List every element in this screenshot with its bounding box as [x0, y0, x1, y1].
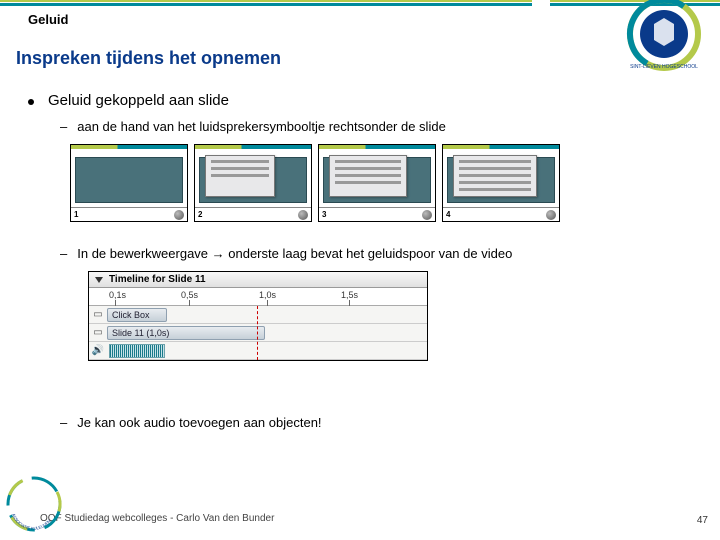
speaker-icon [174, 210, 184, 220]
section-tag: Geluid [28, 12, 68, 27]
content-area: Geluid gekoppeld aan slide – aan de hand… [28, 92, 692, 440]
thumb-number: 4 [446, 210, 450, 219]
bullet-level-1: Geluid gekoppeld aan slide [28, 92, 692, 109]
speaker-icon [298, 210, 308, 220]
bullet-level-2: – aan de hand van het luidsprekersymbool… [60, 119, 692, 134]
speaker-icon [422, 210, 432, 220]
timeline-clip: Slide 11 (1,0s) [107, 326, 265, 340]
association-logo: ASSOCIATIE KULEUVEN [4, 474, 64, 534]
timeline-clip: Click Box [107, 308, 167, 322]
bullet-2b-text: In de bewerkweergave → onderste laag bev… [77, 246, 512, 261]
slide-title: Inspreken tijdens het opnemen [16, 48, 281, 69]
speaker-icon [546, 210, 556, 220]
ruler-tick: 0,5s [181, 290, 198, 300]
timeline-row: ▭ Slide 11 (1,0s) [89, 324, 427, 342]
object-icon: ▭ [89, 309, 107, 320]
collapse-triangle-icon [95, 277, 103, 283]
footer-text: OOF Studiedag webcolleges - Carlo Van de… [40, 513, 274, 524]
bullet-dash: – [60, 246, 67, 261]
thumbnail-strip: 1 2 3 4 [70, 144, 692, 222]
bullet-dash: – [60, 415, 67, 430]
timeline-panel: Timeline for Slide 11 0,1s 0,5s 1,0s 1,5… [88, 271, 428, 361]
ruler-tick: 0,1s [109, 290, 126, 300]
ruler-tick: 1,5s [341, 290, 358, 300]
thumb-number: 1 [74, 210, 78, 219]
thumb-number: 2 [198, 210, 202, 219]
svg-text:SINT-LIEVEN HOGESCHOOL: SINT-LIEVEN HOGESCHOOL [630, 64, 698, 70]
slide-thumbnail: 3 [318, 144, 436, 222]
ruler-tick: 1,0s [259, 290, 276, 300]
bullet-2c-text: Je kan ook audio toevoegen aan objecten! [77, 415, 321, 430]
bullet-dot [28, 99, 34, 105]
audio-waveform [109, 344, 165, 358]
bullet-level-2: – Je kan ook audio toevoegen aan objecte… [60, 415, 692, 430]
bullet-dash: – [60, 119, 67, 134]
bullet-2a-text: aan de hand van het luidsprekersymbooltj… [77, 119, 446, 134]
slide-thumbnail: 2 [194, 144, 312, 222]
institution-logo: SINT-LIEVEN HOGESCHOOL [582, 0, 712, 82]
timeline-header: Timeline for Slide 11 [89, 272, 427, 288]
thumb-number: 3 [322, 210, 326, 219]
timeline-audio-row: 🔊 [89, 342, 427, 360]
bullet-level-2: – In de bewerkweergave → onderste laag b… [60, 246, 692, 261]
timeline-title-text: Timeline for Slide 11 [109, 274, 206, 285]
audio-icon: 🔊 [89, 345, 107, 356]
page-number: 47 [697, 515, 708, 526]
timeline-ruler: 0,1s 0,5s 1,0s 1,5s [89, 288, 427, 306]
bullet-1-text: Geluid gekoppeld aan slide [48, 92, 229, 109]
timeline-row: ▭ Click Box [89, 306, 427, 324]
slide-icon: ▭ [89, 327, 107, 338]
slide-thumbnail: 1 [70, 144, 188, 222]
slide-thumbnail: 4 [442, 144, 560, 222]
